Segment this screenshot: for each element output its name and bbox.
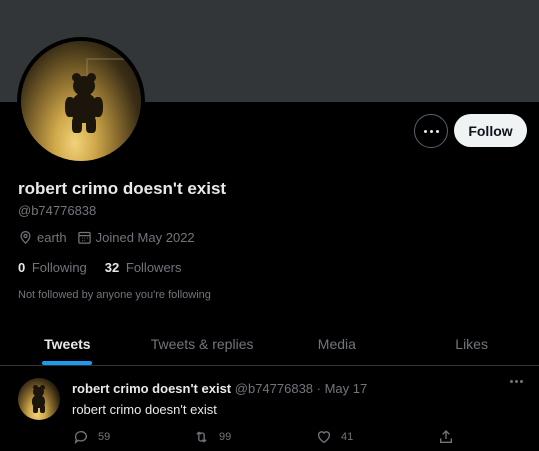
retweet-button[interactable]: 99 bbox=[193, 429, 231, 445]
following-link[interactable]: 0 Following bbox=[18, 260, 87, 275]
tab-media[interactable]: Media bbox=[270, 322, 405, 365]
profile-tabs: Tweets Tweets & replies Media Likes bbox=[0, 322, 539, 366]
tab-label: Media bbox=[317, 335, 356, 352]
calendar-icon bbox=[77, 231, 91, 244]
profile-meta: earth Joined May 2022 bbox=[18, 230, 205, 245]
like-icon bbox=[317, 431, 331, 444]
profile-avatar[interactable] bbox=[17, 37, 145, 165]
followers-count: 32 bbox=[104, 260, 120, 275]
tweet-avatar[interactable] bbox=[18, 378, 60, 420]
reply-icon bbox=[74, 431, 87, 444]
location-icon bbox=[20, 230, 31, 244]
tab-tweets-replies[interactable]: Tweets & replies bbox=[135, 322, 270, 365]
tweet-header: robert crimo doesn't exist @b74776838 · … bbox=[72, 381, 367, 396]
more-icon bbox=[423, 129, 439, 133]
followed-by-text: Not followed by anyone you're following bbox=[18, 289, 211, 301]
tab-tweets[interactable]: Tweets bbox=[0, 322, 135, 365]
tweet-author-name[interactable]: robert crimo doesn't exist bbox=[72, 381, 231, 396]
more-options-button[interactable] bbox=[414, 114, 448, 148]
following-label: Following bbox=[31, 260, 87, 275]
profile-name: robert crimo doesn't exist bbox=[18, 179, 227, 198]
follow-button[interactable]: Follow bbox=[454, 114, 527, 147]
follow-counts: 0 Following 32 Followers bbox=[18, 260, 200, 275]
reply-count: 59 bbox=[98, 431, 111, 443]
tab-label: Tweets bbox=[44, 335, 91, 352]
following-count: 0 bbox=[18, 260, 26, 275]
tweet-more-button[interactable] bbox=[510, 380, 523, 383]
tab-label: Tweets & replies bbox=[150, 335, 254, 352]
followers-link[interactable]: 32 Followers bbox=[105, 260, 182, 275]
tab-likes[interactable]: Likes bbox=[404, 322, 539, 365]
tweet-text: robert crimo doesn't exist bbox=[72, 402, 217, 417]
joined-text: Joined May 2022 bbox=[95, 230, 195, 245]
joined-item: Joined May 2022 bbox=[77, 230, 195, 245]
location-text: earth bbox=[37, 230, 67, 245]
tweet-item[interactable]: robert crimo doesn't exist @b74776838 · … bbox=[0, 367, 539, 451]
active-tab-indicator bbox=[42, 361, 93, 365]
tweet-actions: 59 99 41 bbox=[0, 429, 539, 449]
profile-handle: @b74776838 bbox=[18, 203, 97, 218]
share-button[interactable] bbox=[438, 429, 463, 445]
retweet-icon bbox=[196, 431, 207, 443]
location-item: earth bbox=[18, 230, 67, 245]
tweet-author-meta[interactable]: @b74776838 · May 17 bbox=[235, 381, 367, 396]
tab-label: Likes bbox=[455, 335, 488, 352]
retweet-count: 99 bbox=[219, 431, 232, 443]
reply-button[interactable]: 59 bbox=[73, 429, 110, 445]
followers-label: Followers bbox=[125, 260, 182, 275]
like-count: 41 bbox=[341, 431, 354, 443]
like-button[interactable]: 41 bbox=[316, 429, 353, 445]
share-icon bbox=[440, 430, 452, 443]
